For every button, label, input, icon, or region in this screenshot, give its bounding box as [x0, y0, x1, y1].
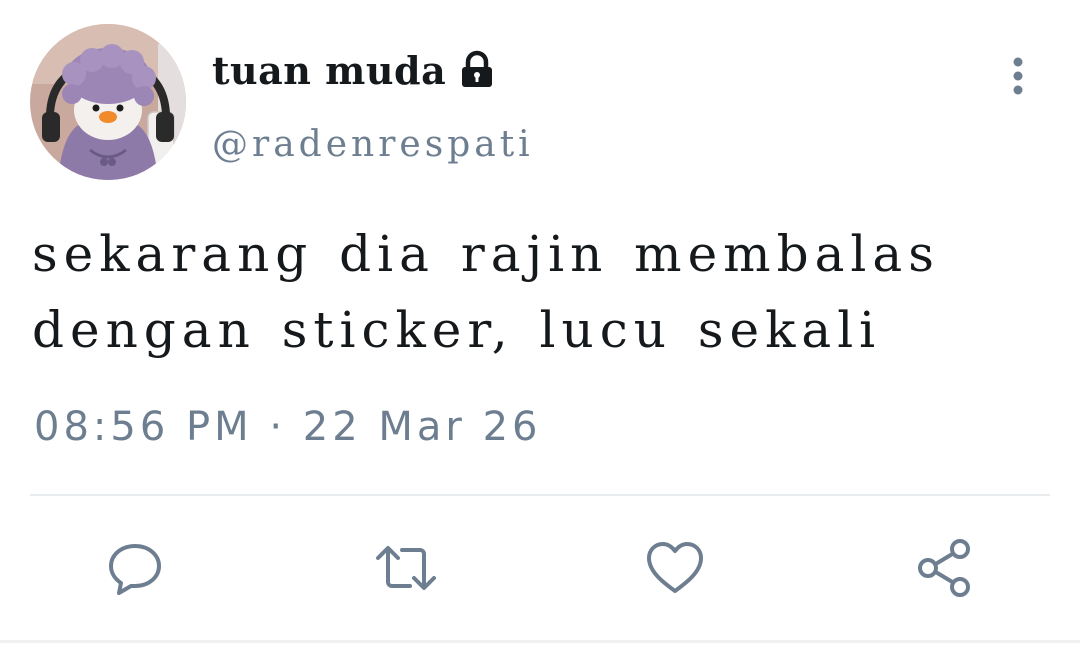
reply-icon [109, 544, 161, 595]
heart-icon [647, 542, 703, 593]
display-name-row: tuan muda [212, 44, 498, 96]
more-vertical-icon [1013, 57, 1023, 95]
avatar[interactable] [30, 24, 186, 180]
reply-button[interactable] [103, 536, 167, 600]
share-button[interactable] [913, 536, 977, 600]
tweet-timestamp[interactable]: 08:56 PM · 22 Mar 26 [34, 404, 541, 450]
display-name[interactable]: tuan muda [212, 48, 446, 93]
bottom-divider [0, 640, 1080, 643]
tweet-card: tuan muda @radenrespati sekarang dia raj… [0, 0, 1080, 660]
divider [30, 494, 1050, 496]
retweet-button[interactable] [374, 536, 438, 600]
lock-icon [456, 49, 498, 91]
retweet-icon [376, 546, 436, 590]
like-button[interactable] [643, 536, 707, 600]
user-handle[interactable]: @radenrespati [212, 124, 534, 165]
tweet-text: sekarang dia rajin membalas dengan stick… [32, 225, 940, 359]
more-options-button[interactable] [996, 54, 1040, 98]
avatar-image [30, 24, 186, 180]
share-icon [918, 539, 970, 597]
